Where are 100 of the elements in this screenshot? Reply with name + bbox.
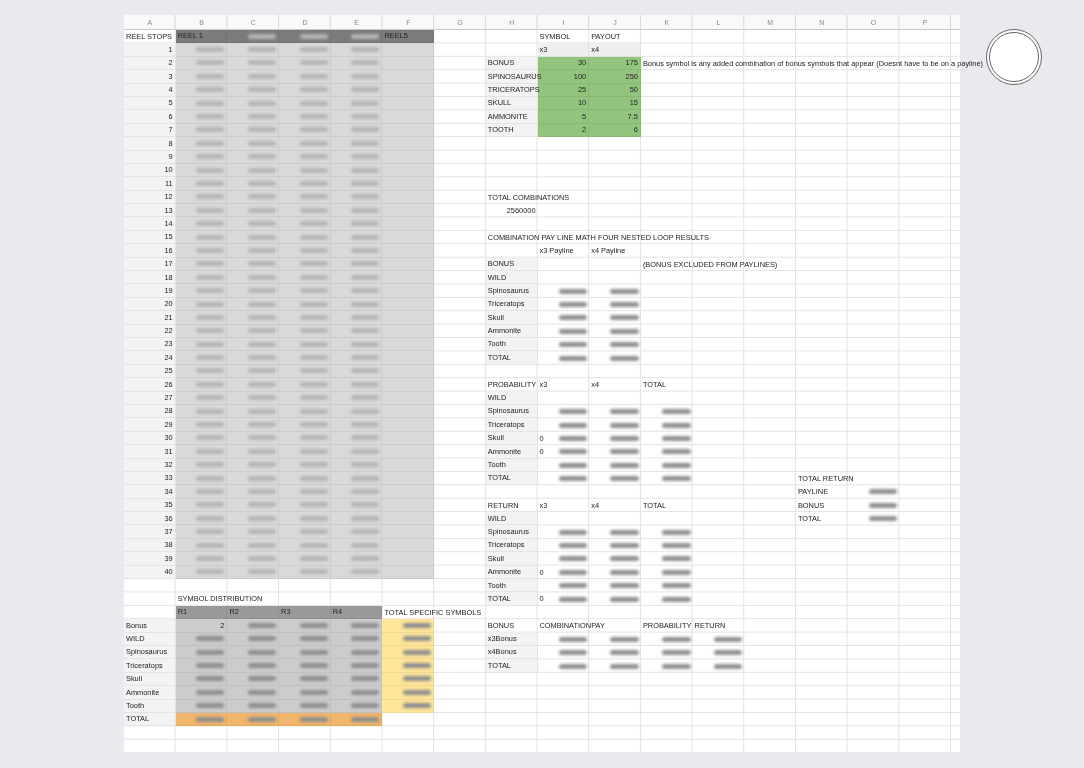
blurred-text (196, 663, 225, 669)
blurred-text (196, 127, 225, 133)
blurred-text (248, 422, 277, 427)
blurred-text (351, 502, 380, 508)
blurred-text (196, 234, 225, 240)
blurred-text (196, 368, 225, 374)
blurred-text (351, 555, 380, 561)
blurred-text (299, 194, 328, 200)
blurred-text (403, 636, 432, 642)
blurred-text (248, 475, 277, 481)
blurred-text (196, 73, 225, 79)
blurred-text (196, 47, 225, 53)
blurred-text (248, 47, 277, 53)
blurred-text (351, 234, 380, 240)
blurred-text (248, 448, 277, 454)
blurred-text (351, 181, 380, 186)
blurred-text (351, 716, 380, 722)
blurred-text (299, 60, 328, 66)
blurred-text (351, 676, 380, 682)
blurred-text (299, 422, 328, 427)
blurred-text (248, 127, 277, 133)
blurred-text (196, 341, 225, 347)
blurred-text (248, 529, 277, 535)
blurred-text (248, 167, 277, 173)
blurred-text (196, 689, 225, 695)
blurred-text (196, 555, 225, 561)
blurred-text (248, 100, 277, 106)
blurred-text (196, 194, 225, 200)
blurred-text (351, 542, 380, 548)
blurred-text (196, 703, 225, 709)
blurred-text (351, 355, 380, 361)
blurred-text (196, 515, 225, 521)
blurred-text (196, 167, 225, 173)
blurred-text (248, 676, 277, 682)
blurred-text (351, 622, 380, 628)
blurred-text (248, 60, 277, 66)
blurred-text (196, 261, 225, 267)
blurred-text (351, 341, 380, 347)
blurred-text (351, 328, 380, 334)
blurred-text (351, 114, 380, 120)
blurred-text (351, 288, 380, 294)
blurred-text (248, 636, 277, 642)
blurred-text (299, 408, 328, 414)
blurred-text (299, 73, 328, 79)
blurred-text (299, 622, 328, 628)
blurred-text (196, 529, 225, 535)
blurred-text (351, 60, 380, 66)
blurred-text (196, 649, 225, 655)
blurred-text (351, 703, 380, 709)
blurred-text (351, 73, 380, 79)
blurred-text (351, 154, 380, 160)
blurred-text (351, 368, 380, 374)
blurred-text (248, 234, 277, 240)
blurred-text (299, 167, 328, 173)
blurred-text (351, 475, 380, 481)
blurred-text (351, 636, 380, 642)
blurred-text (351, 127, 380, 133)
blurred-text (248, 247, 277, 253)
blurred-text (196, 221, 225, 227)
blurred-text (248, 569, 277, 575)
blurred-text (196, 114, 225, 120)
blurred-text (403, 676, 432, 682)
blurred-text (351, 87, 380, 93)
blurred-text (299, 288, 328, 294)
blurred-text (248, 221, 277, 227)
blurred-text (248, 368, 277, 374)
blurred-text (196, 408, 225, 414)
blurred-text (351, 529, 380, 535)
blurred-text (248, 462, 277, 468)
blurred-text (196, 435, 225, 441)
circle-icon (985, 28, 1043, 86)
blurred-text (299, 381, 328, 387)
blurred-text (248, 622, 277, 628)
blurred-text (299, 663, 328, 669)
blurred-text (299, 542, 328, 548)
blurred-text (248, 114, 277, 120)
blurred-text (299, 475, 328, 481)
blurred-text (196, 314, 225, 320)
blurred-text (196, 181, 225, 186)
blurred-text (196, 488, 225, 494)
blurred-text (248, 73, 277, 79)
blurred-text (248, 395, 277, 401)
blurred-text (248, 703, 277, 709)
blurred-text (196, 328, 225, 334)
blurred-text (196, 502, 225, 508)
blurred-text (248, 355, 277, 361)
blurred-text (351, 488, 380, 494)
blurred-text (299, 114, 328, 120)
blurred-text (248, 649, 277, 655)
blurred-text (299, 716, 328, 722)
blurred-text (299, 462, 328, 468)
blurred-text (351, 274, 380, 280)
blurred-text (196, 301, 225, 307)
blurred-text (248, 140, 277, 146)
blurred-text (248, 288, 277, 294)
blurred-text (351, 515, 380, 521)
blurred-text (248, 154, 277, 160)
blurred-text (299, 221, 328, 227)
blurred-text (299, 234, 328, 240)
blurred-text (196, 274, 225, 280)
